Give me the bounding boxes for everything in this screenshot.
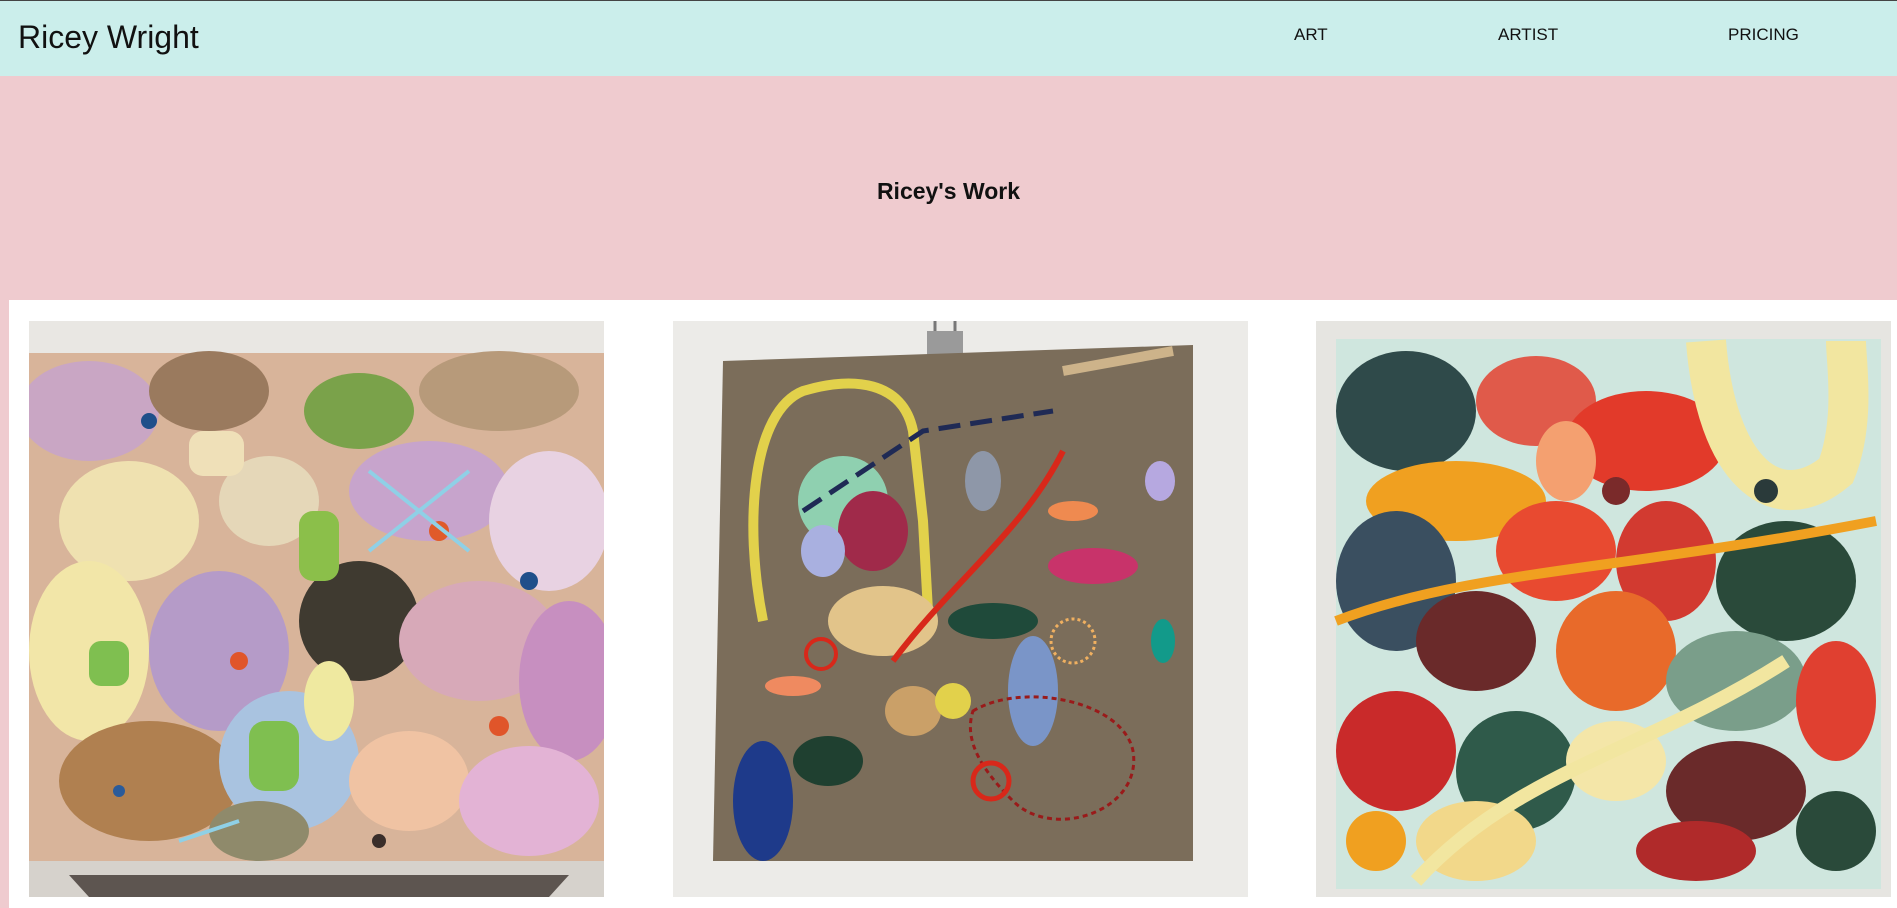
nav-link-artist[interactable]: ARTIST [1498, 25, 1558, 45]
pastel-abstract-painting-image [29, 321, 604, 897]
artwork-image-3[interactable] [1316, 321, 1891, 897]
hero-banner: Ricey's Work [0, 76, 1897, 300]
embroidery-artwork-image [673, 321, 1248, 897]
nav-link-art[interactable]: ART [1294, 25, 1328, 45]
top-navigation-bar: Ricey Wright ART ARTIST PRICING [0, 0, 1897, 76]
artwork-gallery [0, 300, 1897, 908]
site-title[interactable]: Ricey Wright [18, 19, 199, 56]
artwork-image-1[interactable] [29, 321, 604, 897]
nav-link-pricing[interactable]: PRICING [1728, 25, 1799, 45]
bold-abstract-painting-image [1316, 321, 1891, 897]
artwork-image-2[interactable] [673, 321, 1248, 897]
page-title: Ricey's Work [876, 178, 1021, 204]
